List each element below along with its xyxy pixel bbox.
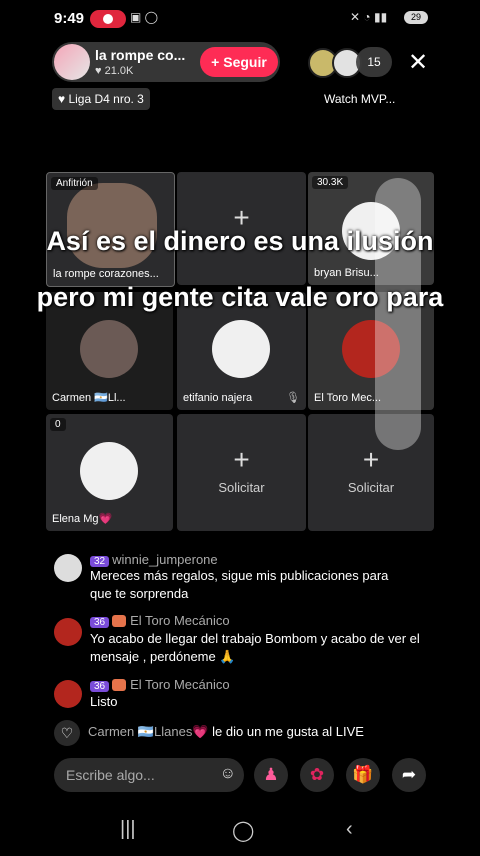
caption-line-1: Así es el dinero es una ilusión [46,226,434,256]
chat-message: Mereces más regalos, sigue mis publicaci… [90,568,389,601]
chat-header: 36 El Toro Mecánico [90,612,230,630]
overlay-bar [375,178,421,450]
diamond-icon: ♥ [58,92,69,106]
host-avatar[interactable] [54,44,90,80]
host-badge: Anfitrión [51,177,98,190]
like-user[interactable]: Carmen 🇦🇷Llanes💗 [88,724,209,739]
chat-header: 36 El Toro Mecánico [90,676,230,694]
chat-message: Yo acabo de llegar del trabajo Bombom y … [90,631,420,664]
status-time: 9:49 [54,10,85,27]
level-badge: 36 [90,681,110,692]
guest-name: Elena Mg💗 [52,513,113,525]
league-chip[interactable]: ♥ Liga D4 nro. 3 [52,88,150,110]
battery-icon: 29 [404,11,428,24]
viewer-count[interactable]: 15 [356,47,392,77]
notification-icons: ▣ ◯ [130,10,159,24]
chat-message: Listo [90,694,118,709]
follow-button[interactable]: + Seguir [200,47,278,77]
guest-avatar [212,320,270,378]
host-likes: ♥ 21.0K [95,65,133,77]
plus-icon: + [233,444,250,475]
heart-icon: ♥ [95,65,105,77]
home-button[interactable]: ◯ [232,818,254,843]
guest-name: etifanio najera [183,392,253,404]
chat-avatar[interactable] [54,618,82,646]
guest-name: El Toro Mec... [314,392,382,404]
like-notice: Carmen 🇦🇷Llanes💗 le dio un me gusta al L… [88,724,364,740]
guest-avatar [80,442,138,500]
watch-mvp-label: Watch MVP... [324,92,396,106]
guest-count: 30.3K [312,176,349,189]
caption-line-2: pero mi gente cita vale oro para [36,282,444,312]
request-label: Solicitar [347,480,395,495]
close-icon[interactable]: ✕ [408,48,428,77]
chat-avatar[interactable] [54,680,82,708]
guest-count: 0 [50,418,66,431]
fan-badge-icon [112,678,127,691]
comment-placeholder: Escribe algo... [66,767,155,783]
recording-icon [90,10,126,28]
request-label: Solicitar [218,480,265,495]
rose-icon[interactable]: ✿ [300,758,334,792]
guest-name: Carmen 🇦🇷Ll... [52,392,126,404]
comment-input[interactable]: Escribe algo... ☺ [54,758,244,792]
plus-icon: + [362,444,380,475]
emoji-icon[interactable]: ☺ [220,765,236,783]
guest-tile[interactable]: 0 Elena Mg💗 [46,414,173,531]
fan-badge-icon [112,614,127,627]
host-likes-count: 21.0K [104,65,134,77]
chat-avatar[interactable] [54,554,82,582]
chat-username[interactable]: El Toro Mecánico [130,613,229,628]
watch-mvp-chip[interactable]: Watch MVP... [318,88,401,110]
chat-username[interactable]: winnie_jumperone [112,552,218,567]
like-text: le dio un me gusta al LIVE [212,724,364,739]
host-tile-name: la rompe corazones... [53,268,159,280]
guests-icon[interactable]: ♟ [254,758,288,792]
signal-icons: ✕ ◔ ▮▮ [350,10,388,24]
host-name[interactable]: la rompe co... [95,47,185,63]
heart-icon[interactable]: ♡ [54,720,80,746]
mic-off-icon: 🎙 [286,392,300,404]
request-seat[interactable]: + Solicitar [177,414,306,531]
back-button[interactable]: ‹ [346,818,353,841]
league-label: Liga D4 nro. 3 [68,92,144,106]
gift-icon[interactable]: 🎁 [346,758,380,792]
guest-name: bryan Brisu... [314,267,379,279]
share-icon[interactable]: ➦ [392,758,426,792]
recent-apps-button[interactable]: ||| [120,818,136,841]
level-badge: 36 [90,617,110,628]
level-badge: 32 [90,556,110,567]
chat-username[interactable]: El Toro Mecánico [130,677,229,692]
guest-avatar [80,320,138,378]
